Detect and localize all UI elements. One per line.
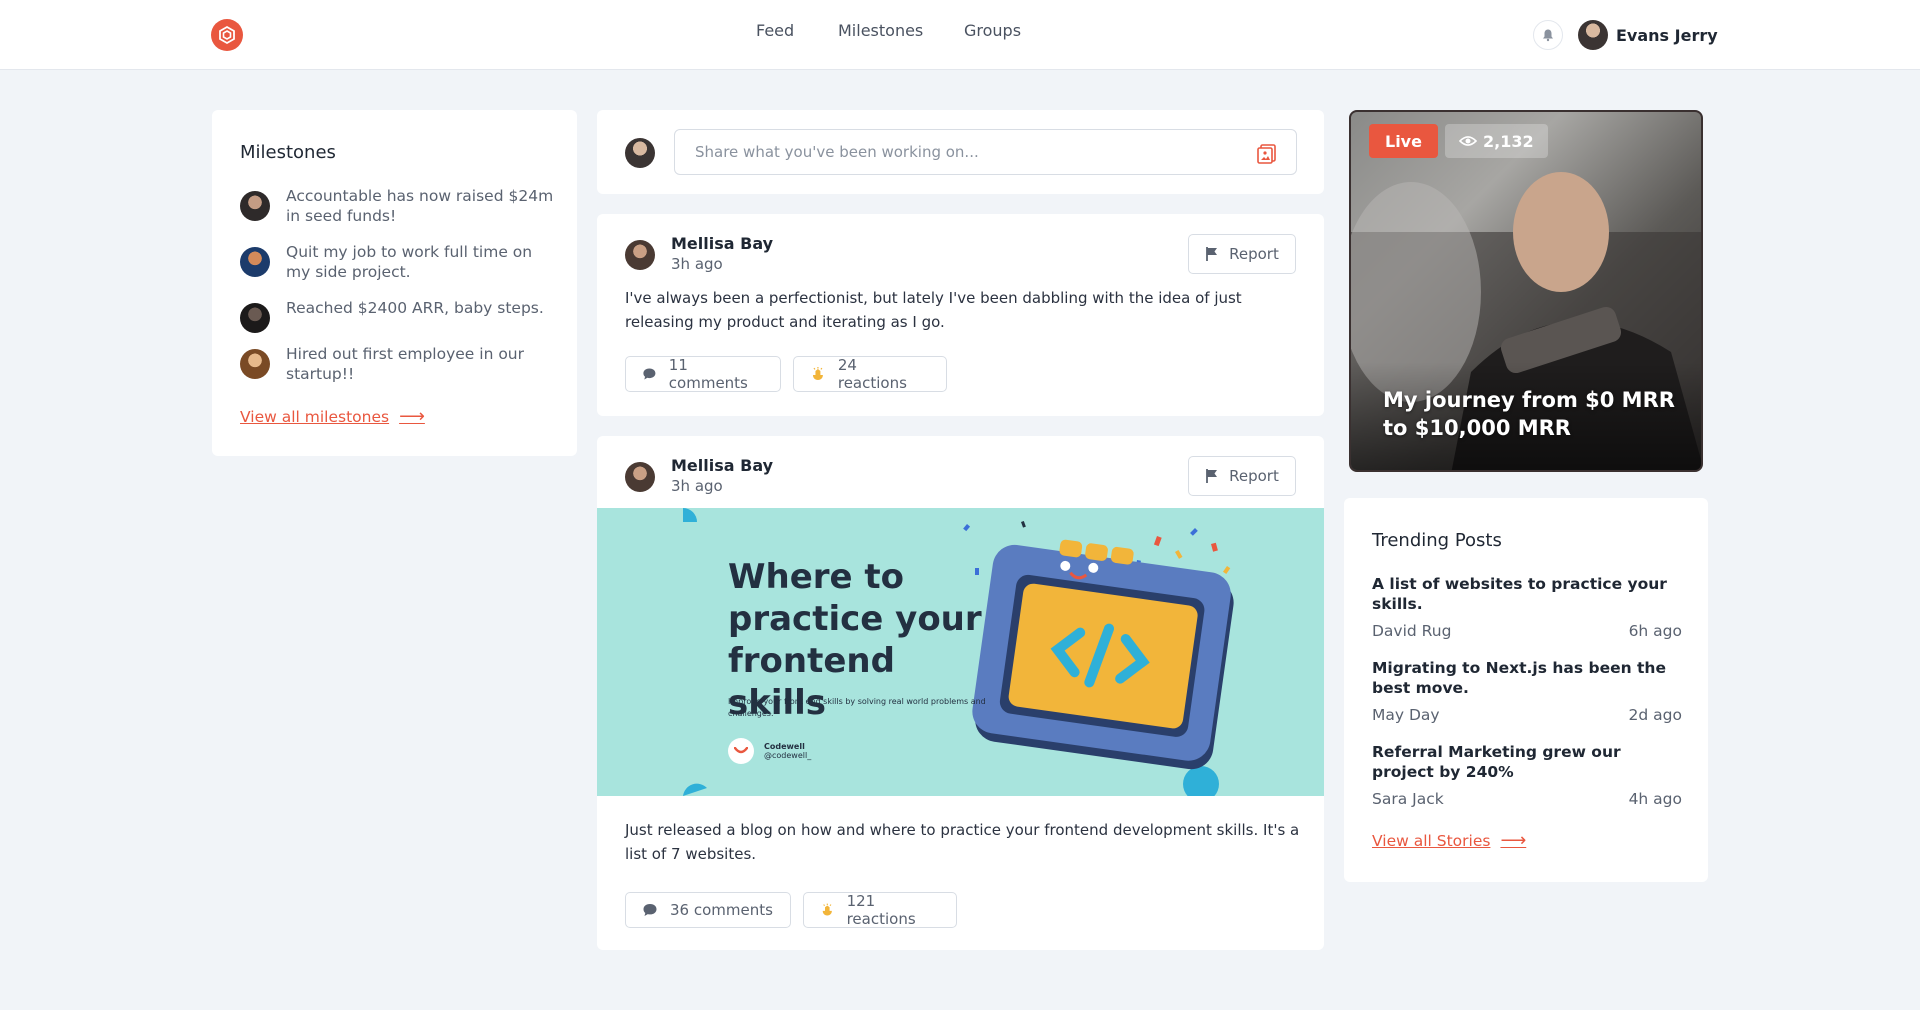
author-name[interactable]: Mellisa Bay	[671, 456, 773, 475]
bell-icon	[1543, 29, 1553, 42]
milestone-text: Hired out first employee in our startup!…	[286, 345, 524, 383]
milestone-item[interactable]: Hired out first employee in our startup!…	[240, 344, 560, 384]
trending-post-time: 2d ago	[1628, 706, 1682, 724]
author-avatar[interactable]	[625, 240, 655, 270]
live-stream-title: My journey from $0 MRR to $10,000 MRR	[1383, 388, 1675, 440]
add-image-icon[interactable]	[1255, 141, 1279, 165]
trending-post-author: May Day	[1372, 706, 1440, 724]
nav-groups-link[interactable]: Groups	[964, 21, 1021, 40]
avatar	[240, 247, 270, 277]
milestone-text: Accountable has now raised $24m in seed …	[286, 187, 554, 225]
post-composer	[597, 110, 1324, 194]
post-time: 3h ago	[671, 255, 723, 273]
feed-post: Mellisa Bay 3h ago Report I've always be…	[597, 214, 1324, 416]
comment-icon	[643, 904, 657, 916]
report-button[interactable]: Report	[1188, 234, 1296, 274]
reactions-button[interactable]: 121 reactions	[803, 892, 957, 928]
avatar	[240, 303, 270, 333]
comment-icon	[643, 368, 656, 380]
view-all-milestones-label: View all milestones	[240, 407, 390, 426]
report-label: Report	[1229, 467, 1279, 485]
comments-button[interactable]: 36 comments	[625, 892, 791, 928]
view-all-milestones-link[interactable]: View all milestones ⟶	[240, 406, 425, 427]
feed-post: Mellisa Bay 3h ago Report Where to pract…	[597, 436, 1324, 950]
live-badge: Live	[1369, 124, 1438, 158]
trending-post-time: 6h ago	[1628, 622, 1682, 640]
flag-icon	[1206, 247, 1218, 261]
avatar	[240, 349, 270, 379]
user-name: Evans Jerry	[1616, 25, 1718, 45]
post-time: 3h ago	[671, 477, 723, 495]
banner-brand-name: Codewell	[764, 742, 805, 751]
eye-icon	[1459, 136, 1477, 146]
author-name[interactable]: Mellisa Bay	[671, 234, 773, 253]
flag-icon	[1206, 469, 1218, 483]
logo-icon[interactable]	[211, 19, 243, 51]
composer-avatar	[625, 138, 655, 168]
author-avatar[interactable]	[625, 462, 655, 492]
reactions-button[interactable]: 24 reactions	[793, 356, 947, 392]
report-button[interactable]: Report	[1188, 456, 1296, 496]
milestone-text: Quit my job to work full time on my side…	[286, 243, 533, 281]
milestone-item[interactable]: Quit my job to work full time on my side…	[240, 242, 560, 282]
view-all-stories-link[interactable]: View all Stories ⟶	[1372, 830, 1526, 851]
report-label: Report	[1229, 245, 1279, 263]
user-avatar	[1578, 20, 1608, 50]
nav-feed-link[interactable]: Feed	[756, 21, 794, 40]
banner-brand: Codewell @codewell_	[728, 738, 811, 764]
trending-post-author: Sara Jack	[1372, 790, 1444, 808]
trending-post-title: Migrating to Next.js has been the best m…	[1372, 659, 1666, 697]
top-navigation-bar: Feed Milestones Groups Evans Jerry	[0, 0, 1920, 70]
post-text: Just released a blog on how and where to…	[625, 821, 1300, 863]
arrow-right-icon: ⟶	[1500, 830, 1527, 851]
notifications-button[interactable]	[1533, 20, 1563, 50]
reactions-count: 121 reactions	[846, 892, 916, 928]
view-all-stories-label: View all Stories	[1372, 831, 1491, 850]
banner-brand-handle: @codewell_	[764, 751, 812, 760]
clapping-hands-icon	[812, 367, 823, 380]
clapping-hands-icon	[822, 903, 832, 916]
arrow-right-icon: ⟶	[399, 406, 425, 427]
comments-count: 11 comments	[668, 356, 748, 392]
milestone-item[interactable]: Accountable has now raised $24m in seed …	[240, 186, 560, 226]
nav-milestones-link[interactable]: Milestones	[838, 21, 923, 40]
reactions-count: 24 reactions	[837, 356, 907, 392]
trending-item[interactable]: Migrating to Next.js has been the best m…	[1372, 658, 1682, 724]
trending-posts-card: Trending Posts A list of websites to pra…	[1344, 498, 1708, 882]
viewer-count-badge: 2,132	[1445, 124, 1548, 158]
share-input[interactable]	[674, 129, 1297, 175]
trending-item[interactable]: A list of websites to practice your skil…	[1372, 574, 1682, 640]
user-menu[interactable]: Evans Jerry	[1578, 18, 1718, 52]
viewer-count: 2,132	[1483, 131, 1534, 151]
trending-post-time: 4h ago	[1628, 790, 1682, 808]
milestone-text: Reached $2400 ARR, baby steps.	[286, 299, 544, 317]
trending-post-author: David Rug	[1372, 622, 1452, 640]
post-text: I've always been a perfectionist, but la…	[625, 289, 1242, 331]
milestone-item[interactable]: Reached $2400 ARR, baby steps.	[240, 298, 560, 333]
avatar	[240, 191, 270, 221]
codewell-logo-icon	[728, 738, 754, 764]
banner-subtitle: Improve your front end skills by solving…	[728, 697, 986, 718]
live-stream-card[interactable]: Live 2,132 My journey from $0 MRR to $10…	[1349, 110, 1703, 472]
milestones-card: Milestones Accountable has now raised $2…	[212, 110, 577, 456]
trending-item[interactable]: Referral Marketing grew our project by 2…	[1372, 742, 1682, 808]
trending-title: Trending Posts	[1372, 530, 1502, 551]
trending-post-title: A list of websites to practice your skil…	[1372, 575, 1667, 613]
trending-post-title: Referral Marketing grew our project by 2…	[1372, 743, 1621, 781]
milestones-title: Milestones	[240, 142, 336, 163]
comments-count: 36 comments	[670, 901, 773, 919]
comments-button[interactable]: 11 comments	[625, 356, 781, 392]
post-image-banner[interactable]: Where to practice your frontend skills I…	[597, 508, 1324, 796]
